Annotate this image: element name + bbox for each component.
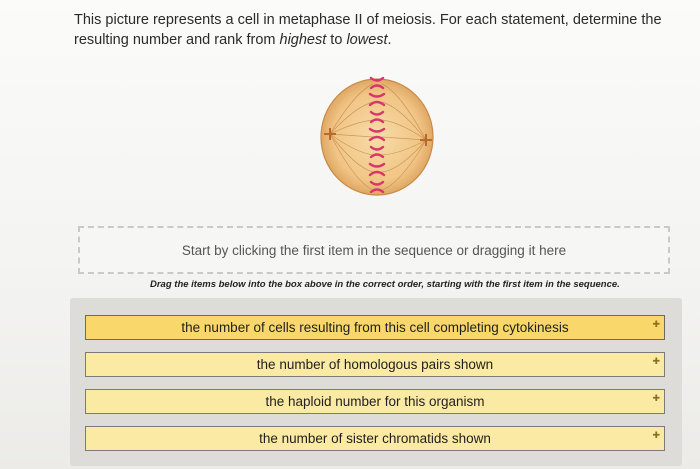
sortable-item-sister-chromatids[interactable]: the number of sister chromatids shown ✚: [85, 426, 665, 451]
question-end: .: [387, 32, 392, 48]
question-lowest: lowest: [346, 32, 388, 48]
plus-icon: ✚: [652, 356, 660, 366]
plus-icon: ✚: [652, 430, 660, 440]
sortable-item-homologous-pairs[interactable]: the number of homologous pairs shown ✚: [85, 352, 665, 377]
question-to: to: [326, 32, 347, 48]
drag-instruction: Drag the items below into the box above …: [150, 279, 620, 290]
drop-zone-placeholder: Start by clicking the first item in the …: [181, 242, 567, 258]
cell-diagram: [320, 76, 434, 196]
page: This picture represents a cell in metaph…: [0, 0, 700, 469]
question-text: This picture represents a cell in metaph…: [74, 10, 664, 50]
sortable-item-haploid-number[interactable]: the haploid number for this organism ✚: [85, 389, 665, 414]
plus-icon: ✚: [652, 393, 660, 403]
plus-icon: ✚: [652, 319, 660, 329]
item-label: the number of sister chromatids shown: [259, 431, 491, 446]
question-highest: highest: [279, 32, 327, 48]
item-label: the number of cells resulting from this …: [181, 320, 569, 335]
answer-drop-zone[interactable]: Start by clicking the first item in the …: [78, 226, 670, 274]
item-label: the haploid number for this organism: [265, 394, 485, 409]
sortable-item-cells-from-cytokinesis[interactable]: the number of cells resulting from this …: [85, 315, 665, 340]
item-label: the number of homologous pairs shown: [256, 357, 494, 372]
